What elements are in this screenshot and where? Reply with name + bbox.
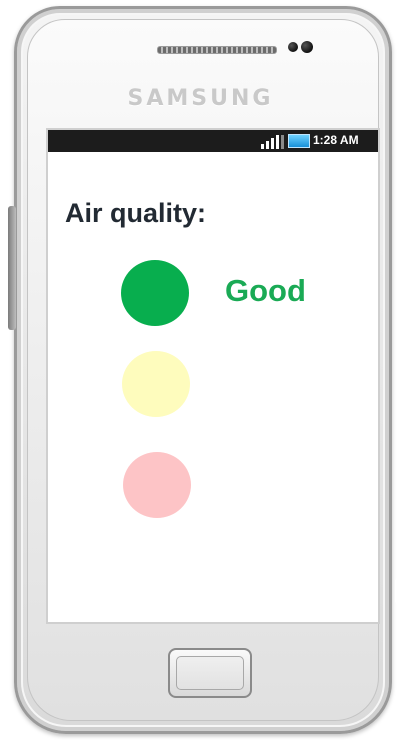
phone-screen: 1:28 AM Air quality: Good [48, 130, 378, 622]
proximity-sensor-icon [288, 42, 298, 52]
status-bar: 1:28 AM [48, 130, 378, 152]
battery-icon [288, 134, 310, 148]
phone-edge-notch [395, 578, 401, 604]
page-title: Air quality: [65, 198, 207, 228]
good-indicator-light [121, 260, 189, 326]
home-button[interactable] [168, 648, 252, 698]
moderate-indicator-light [122, 351, 190, 417]
volume-button[interactable] [8, 206, 16, 330]
bad-indicator-light [123, 452, 191, 518]
signal-strength-icon [261, 135, 284, 149]
front-camera-icon [301, 41, 313, 53]
home-button-face [176, 656, 244, 690]
brand-logo: SAMSUNG [127, 86, 274, 111]
earpiece-speaker [157, 46, 277, 54]
status-time: 1:28 AM [313, 133, 359, 147]
air-quality-status-label: Good [225, 273, 306, 308]
phone-mockup: SAMSUNG 1:28 AM Air quality: Good [0, 0, 401, 740]
